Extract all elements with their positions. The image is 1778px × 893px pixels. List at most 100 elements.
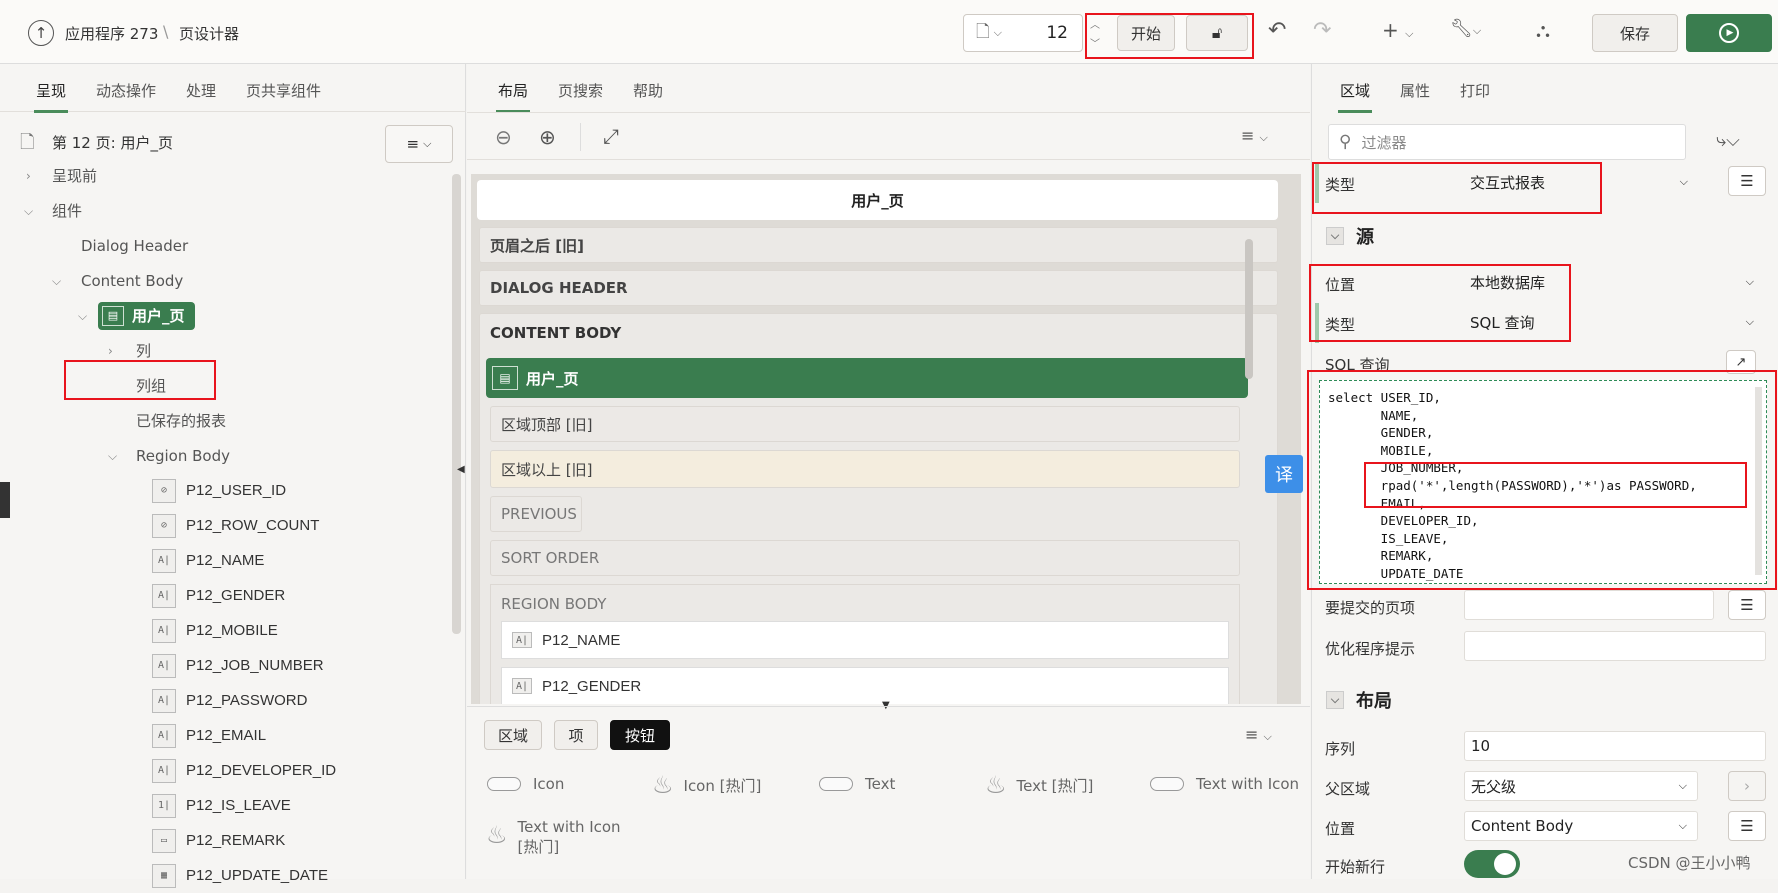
tab-shared-components[interactable]: 页共享组件	[246, 80, 321, 101]
position-region-top[interactable]: 区域顶部 [旧]	[490, 406, 1240, 442]
gallery-tab-buttons[interactable]: 按钮	[610, 720, 670, 750]
zoom-in-icon[interactable]: ⊕	[539, 125, 556, 149]
source-section-header[interactable]: ⌵ 源	[1318, 214, 1772, 258]
tree-item-node[interactable]: A| P12_MOBILE	[152, 613, 278, 648]
tree-node-components[interactable]: ⌵ 组件	[24, 193, 82, 228]
tree-node-region-body[interactable]: ⌵ Region Body	[108, 438, 230, 473]
canvas-item[interactable]: A| P12_NAME	[501, 621, 1229, 659]
list-icon[interactable]: ☰	[1728, 590, 1766, 620]
tree-item-node[interactable]: ▭ P12_REMARK	[152, 823, 285, 858]
tab-layout[interactable]: 布局	[495, 80, 531, 113]
zoom-out-icon[interactable]: ⊖	[495, 125, 512, 149]
gallery-tab-regions[interactable]: 区域	[484, 720, 542, 750]
tab-dynamic-actions[interactable]: 动态操作	[96, 80, 156, 101]
submit-items-input[interactable]	[1464, 590, 1714, 620]
chevron-down-icon[interactable]: ﹀	[1090, 35, 1100, 50]
undo-icon[interactable]: ↶	[1268, 18, 1286, 43]
tree-item-node[interactable]: ▦ P12_UPDATE_DATE	[152, 858, 328, 893]
start-button[interactable]: 开始	[1117, 15, 1175, 51]
gallery-item-icon[interactable]: Icon	[487, 775, 564, 793]
up-arrow-icon[interactable]: ↑	[28, 20, 54, 46]
position-sort-order[interactable]: SORT ORDER	[490, 540, 1240, 576]
gallery-item-text-with-icon[interactable]: Text with Icon	[1150, 775, 1299, 793]
layout-section-header[interactable]: ⌵ 布局	[1318, 678, 1772, 722]
gallery-item-text-hot[interactable]: ♨ Text [热门]	[985, 771, 1093, 799]
tab-rendering[interactable]: 呈现	[33, 80, 69, 113]
tree-node-saved-reports[interactable]: 已保存的报表	[136, 403, 226, 438]
sequence-input[interactable]: 10	[1464, 731, 1766, 761]
tree-item-node[interactable]: ⊘ P12_ROW_COUNT	[152, 508, 319, 543]
list-icon[interactable]: ☰	[1728, 166, 1766, 196]
tree-node-content-body[interactable]: ⌵ Content Body	[52, 263, 183, 298]
expand-icon[interactable]: ⤢	[603, 124, 619, 148]
source-type-select[interactable]: SQL 查询 ⌵	[1464, 307, 1764, 337]
position-select[interactable]: Content Body ⌵	[1464, 811, 1698, 841]
page-node[interactable]: 第 12 页: 用户_页	[52, 132, 173, 153]
tree-item-node[interactable]: 1| P12_IS_LEAVE	[152, 788, 291, 823]
tab-processing[interactable]: 处理	[186, 80, 216, 101]
gallery-tab-items[interactable]: 项	[554, 720, 598, 750]
tab-attributes[interactable]: 属性	[1400, 80, 1430, 101]
type-select[interactable]: 交互式报表 ⌵	[1464, 167, 1698, 197]
tree-menu-button[interactable]: ≡ ⌵	[385, 125, 453, 163]
tree-item-node[interactable]: A| P12_PASSWORD	[152, 683, 307, 718]
gallery-menu-button[interactable]: ≡ ⌵	[1245, 725, 1272, 744]
position-region-body[interactable]: REGION BODY A| P12_NAME A| P12_GENDER	[490, 584, 1240, 704]
position-after-header[interactable]: 页眉之后 [旧]	[479, 227, 1278, 263]
parent-region-select[interactable]: 无父级 ⌵	[1464, 771, 1698, 801]
shared-components-icon[interactable]: ⛬	[1536, 18, 1550, 42]
tree-node-dialog-header[interactable]: Dialog Header	[81, 228, 188, 263]
translate-badge[interactable]: 译	[1265, 455, 1303, 493]
tab-printing[interactable]: 打印	[1460, 80, 1490, 101]
tree-item-node[interactable]: A| P12_DEVELOPER_ID	[152, 753, 336, 788]
position-content-body[interactable]: CONTENT BODY ▤ 用户_页 区域顶部 [旧] 区域以上 [旧] PRE…	[479, 313, 1278, 704]
scrollbar[interactable]	[452, 174, 461, 634]
scrollbar[interactable]	[1755, 387, 1762, 575]
lock-button[interactable]: 🔓︎	[1186, 15, 1248, 51]
new-row-toggle[interactable]	[1464, 850, 1520, 878]
open-code-editor-icon[interactable]: ↗	[1726, 350, 1756, 374]
scrollbar[interactable]	[1245, 239, 1253, 379]
chevron-right-icon[interactable]: ›	[1728, 771, 1766, 801]
filter-input[interactable]: ⚲ 过滤器	[1328, 124, 1686, 160]
collapse-left-icon[interactable]: ◀	[457, 464, 465, 475]
canvas-item[interactable]: A| P12_GENDER	[501, 667, 1229, 704]
save-button[interactable]: 保存	[1592, 14, 1678, 52]
tree-item-node[interactable]: ⊘ P12_USER_ID	[152, 473, 286, 508]
tree-node-region[interactable]: ⌵ ▤ 用户_页	[78, 298, 195, 333]
utilities-menu-button[interactable]: 🔧︎⌵	[1450, 18, 1481, 39]
tree-item-node[interactable]: A| P12_NAME	[152, 543, 264, 578]
tab-page-search[interactable]: 页搜索	[558, 80, 603, 101]
app-breadcrumb[interactable]: 应用程序 273	[65, 23, 158, 44]
list-icon[interactable]: ☰	[1728, 811, 1766, 841]
create-menu-button[interactable]: + ⌵	[1382, 18, 1413, 42]
page-selector[interactable]: 🗋 ⌵ 12	[963, 14, 1083, 52]
go-to-group-icon[interactable]: ⤷⌵	[1716, 130, 1740, 151]
region-node-selected[interactable]: ▤ 用户_页	[98, 301, 195, 330]
position-above-region[interactable]: 区域以上 [旧]	[490, 450, 1240, 488]
layout-menu-button[interactable]: ≡ ⌵	[1241, 126, 1268, 145]
tab-region[interactable]: 区域	[1337, 80, 1373, 113]
tree-item-node[interactable]: A| P12_JOB_NUMBER	[152, 648, 324, 683]
page-number-input[interactable]: 12	[1046, 23, 1068, 43]
tree-node-column-groups[interactable]: 列组	[136, 368, 166, 403]
tab-help[interactable]: 帮助	[633, 80, 663, 101]
redo-icon[interactable]: ↷	[1313, 18, 1331, 43]
location-select[interactable]: 本地数据库 ⌵	[1464, 267, 1764, 297]
sql-editor[interactable]: select USER_ID, NAME, GENDER, MOBILE, JO…	[1319, 380, 1767, 584]
gallery-item-text[interactable]: Text	[819, 775, 895, 793]
tree-item-node[interactable]: A| P12_EMAIL	[152, 718, 266, 753]
tree-item-node[interactable]: A| P12_GENDER	[152, 578, 285, 613]
gallery-item-icon-hot[interactable]: ♨ Icon [热门]	[652, 771, 761, 799]
chevron-up-icon[interactable]: ︿	[1090, 16, 1100, 31]
page-stepper[interactable]: ︿ ﹀	[1088, 16, 1102, 50]
run-page-button[interactable]: ▶	[1686, 14, 1772, 52]
tree-node-before-render[interactable]: › 呈现前	[26, 158, 97, 193]
position-previous[interactable]: PREVIOUS	[490, 496, 582, 532]
side-tab[interactable]	[0, 482, 10, 518]
optimizer-hint-input[interactable]	[1464, 631, 1766, 661]
tree-node-columns[interactable]: › 列	[108, 333, 151, 368]
position-dialog-header[interactable]: DIALOG HEADER	[479, 270, 1278, 306]
gallery-item-text-with-icon-hot[interactable]: ♨ Text with Icon [热门]	[486, 817, 621, 857]
canvas-region-selected[interactable]: ▤ 用户_页	[486, 358, 1248, 398]
